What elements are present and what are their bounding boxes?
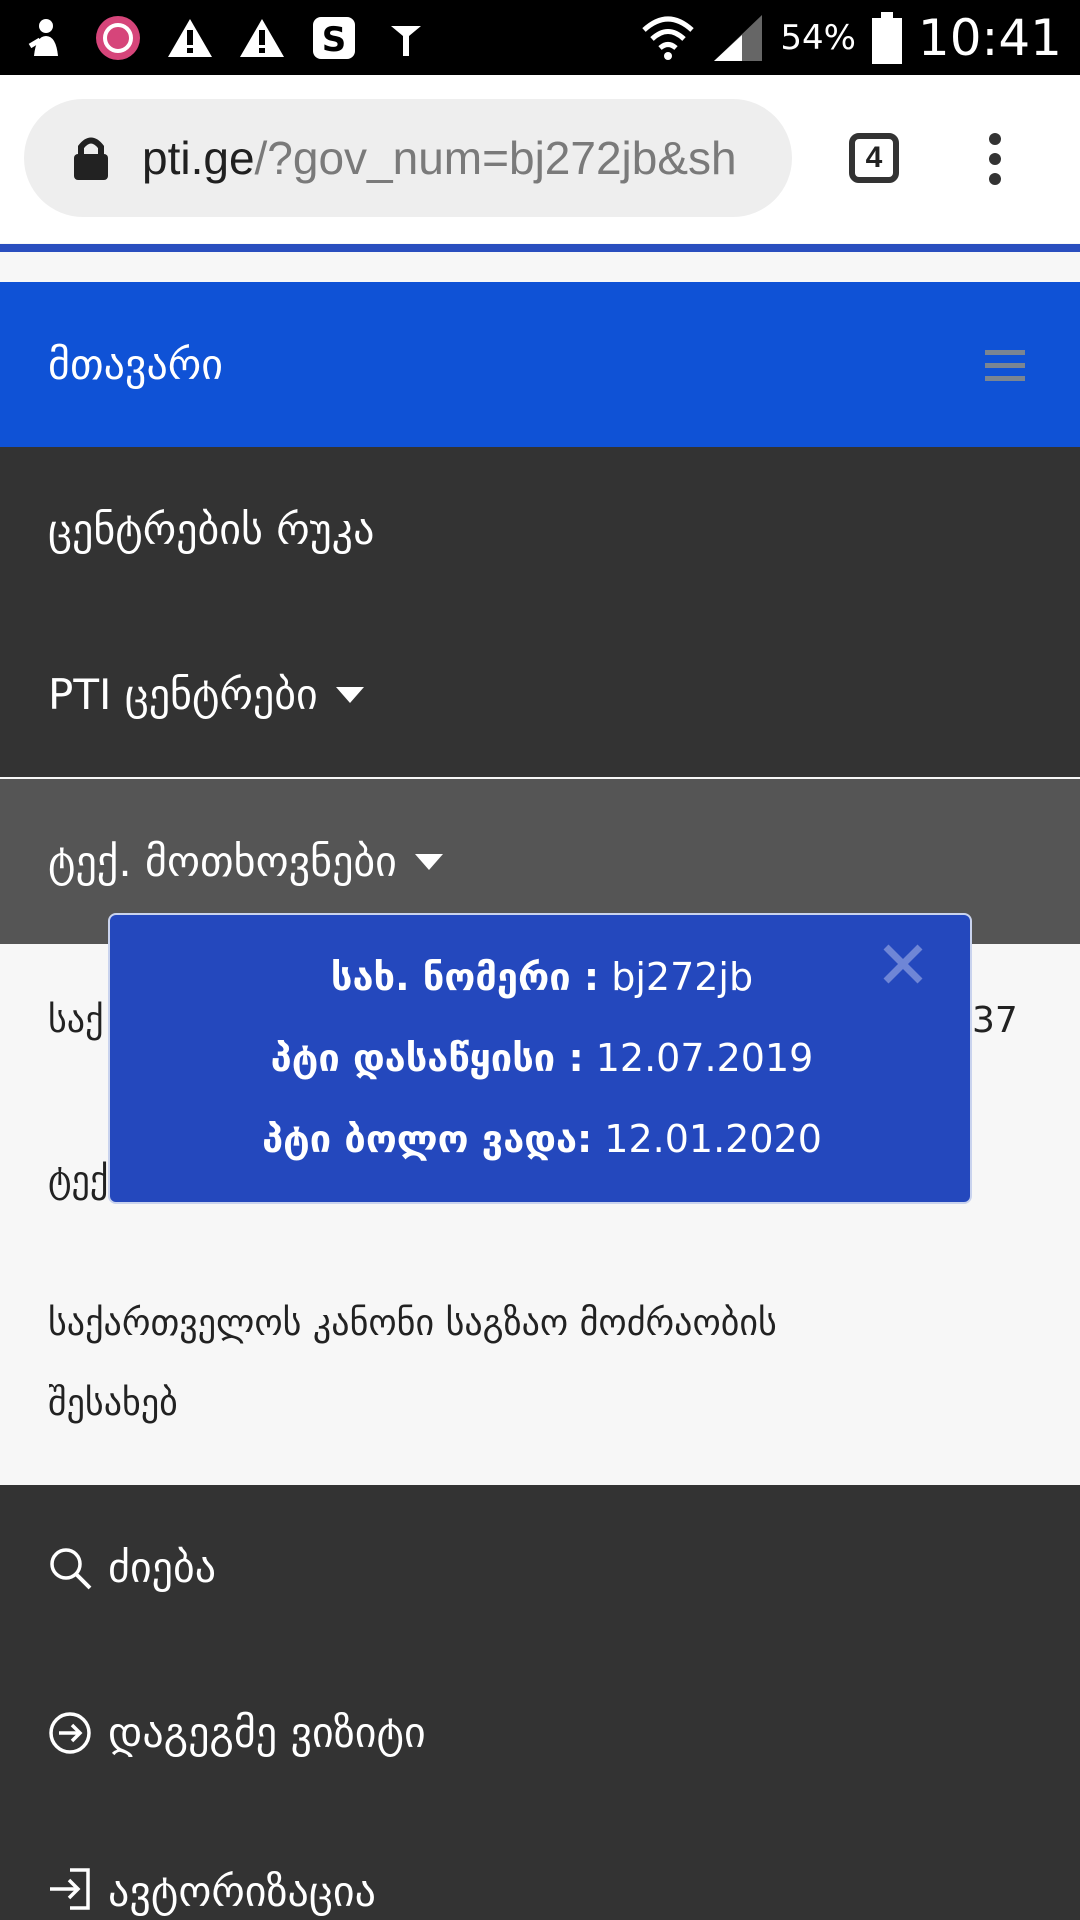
pti-end-row: პტი ბოლო ვადა: 12.01.2020 <box>110 1117 974 1161</box>
dropdown-item-1-tail: 37 <box>972 1000 1018 1041</box>
pti-start-label: პტი დასაწყისი : <box>270 1036 584 1080</box>
nav-item-centers-map[interactable]: ცენტრების რუკა <box>0 447 1080 612</box>
arrow-circle-right-icon <box>49 1711 91 1754</box>
skype-icon: S <box>310 14 358 62</box>
address-bar[interactable]: pti.ge/?gov_num=bj272jb&sh <box>24 99 792 217</box>
nav-item-label: დაგეგმე ვიზიტი <box>108 1708 426 1757</box>
signal-icon <box>714 14 763 61</box>
url-domain: pti.ge <box>142 132 255 184</box>
svg-text:S: S <box>322 20 347 60</box>
nav-item-plan-visit[interactable]: დაგეგმე ვიზიტი <box>0 1650 1080 1815</box>
url-path: /?gov_num=bj272jb&sh <box>254 132 737 184</box>
nav-item-label: ავტორიზაცია <box>108 1867 376 1916</box>
pti-start-value: 12.07.2019 <box>595 1036 814 1080</box>
dropdown-item-3[interactable]: საქართველოს კანონი საგზაო მოძრაობის <box>48 1303 777 1344</box>
pti-end-label: პტი ბოლო ვადა: <box>262 1117 593 1161</box>
battery-icon <box>871 11 902 64</box>
nav-item-pti-centers[interactable]: PTI ცენტრები <box>0 612 1080 777</box>
more-options-icon[interactable] <box>980 133 1010 189</box>
nav-item-label: ძიება <box>108 1543 217 1592</box>
plate-row: სახ. ნომერი : bj272jb <box>110 955 974 999</box>
url-text: pti.ge/?gov_num=bj272jb&sh <box>142 131 737 185</box>
hamburger-menu-icon[interactable] <box>985 350 1025 384</box>
dropdown-item-1[interactable]: საქ <box>48 1000 104 1041</box>
nav-brand-home[interactable]: მთავარი <box>48 282 223 447</box>
nav-item-label: ცენტრების რუკა <box>48 505 375 554</box>
chevron-down-icon <box>414 853 443 870</box>
nav-item-login[interactable]: ავტორიზაცია <box>0 1815 1080 1920</box>
vehicle-info-modal: სახ. ნომერი : bj272jb პტი დასაწყისი : 12… <box>108 913 972 1204</box>
nav-item-label: ტექ. მოთხოვნები <box>48 837 397 886</box>
site-navbar: მთავარი <box>0 282 1080 447</box>
battery-percent: 54% <box>780 17 856 58</box>
browser-toolbar: pti.ge/?gov_num=bj272jb&sh 4 <box>0 75 1080 243</box>
nav-item-label: PTI ცენტრები <box>48 670 318 719</box>
app-circle-icon <box>94 14 142 62</box>
warning-icon <box>238 14 286 62</box>
person-icon <box>22 14 70 62</box>
dropdown-item-3-line2[interactable]: შესახებ <box>48 1383 178 1424</box>
nav-item-search[interactable]: ძიება <box>0 1485 1080 1650</box>
wifi-icon <box>642 16 695 60</box>
warning-icon <box>166 14 214 62</box>
pti-end-value: 12.01.2020 <box>604 1117 822 1161</box>
status-bar: S 54% 10:41 <box>0 0 1080 75</box>
search-icon <box>50 1547 92 1589</box>
dropdown-item-2[interactable]: ტექ <box>48 1160 108 1201</box>
antenna-icon <box>382 14 430 62</box>
sign-in-icon <box>50 1868 90 1910</box>
chevron-down-icon <box>335 686 364 703</box>
clock: 10:41 <box>917 8 1062 67</box>
lock-icon <box>74 137 108 180</box>
page-progress-line <box>0 244 1080 252</box>
pti-start-row: პტი დასაწყისი : 12.07.2019 <box>110 1036 974 1080</box>
plate-value: bj272jb <box>611 955 754 999</box>
tab-switcher-button[interactable]: 4 <box>849 133 899 183</box>
plate-label: სახ. ნომერი : <box>330 955 600 999</box>
